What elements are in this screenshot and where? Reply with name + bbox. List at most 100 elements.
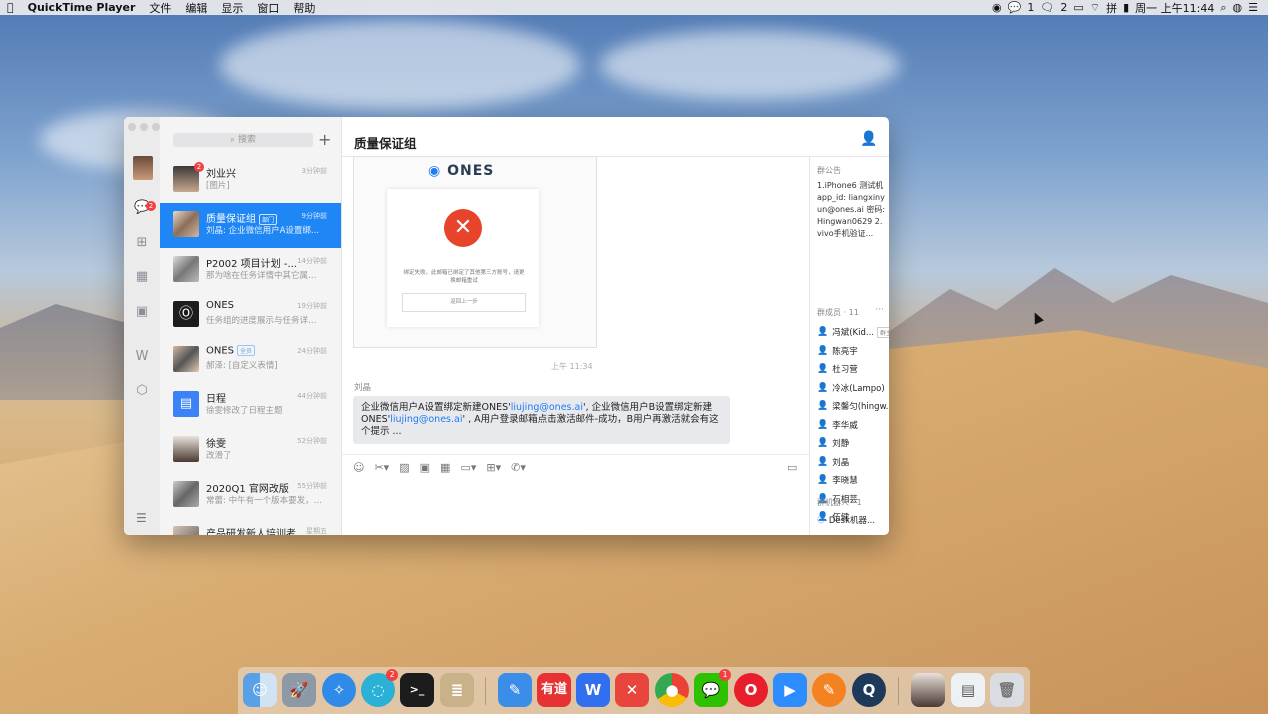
phone-icon[interactable]: ✆▾ [511,461,526,474]
conversation-item[interactable]: 产品研发新人培训考... 星期五 [160,518,341,535]
conversation-name: 质量保证组 部门 [206,210,278,225]
more-members-icon[interactable]: ··· [875,305,884,315]
email-link[interactable]: liujing@ones.ai [511,402,583,413]
conversation-item[interactable]: 徐雯 改滑了 52分钟前 [160,428,341,473]
composer-toolbar: ☺ ✂▾ ▨ ▣ ▦ ▭▾ ⊞▾ ✆▾ [353,461,526,474]
member-item[interactable]: 👤 李华威 [810,416,889,435]
menu-edit[interactable]: 编辑 [178,0,214,16]
notification-center-icon[interactable]: ☰ [1248,1,1258,14]
terminal-icon[interactable]: >_ [400,673,434,707]
conversation-item[interactable]: 2020Q1 官网改版 常蕾: 中午有一个版本要发，O... 55分钟前 [160,473,341,518]
photo-thumbnail-icon[interactable] [911,673,945,707]
conversation-preview: 改滑了 [206,451,232,461]
person-icon: 👤 [817,419,829,430]
conversation-time: 24分钟前 [297,347,327,355]
documents-icon[interactable]: W [134,349,150,365]
drive-icon[interactable]: ⬡ [134,383,150,399]
safari-icon[interactable]: ✧ [322,673,356,707]
trash-icon[interactable]: 🗑 [990,673,1024,707]
feishu-docs-icon[interactable]: ✎ [498,673,532,707]
folder-icon[interactable]: ▭▾ [460,461,476,474]
email-link[interactable]: liujing@ones.ai [390,414,462,425]
add-button[interactable]: + [318,130,331,149]
siri-icon[interactable]: ◍ [1233,1,1243,14]
conversation-item[interactable]: ▤ 日程 徐雯修改了日程主题 44分钟前 [160,383,341,428]
ones-logo-icon: Ⓞ [173,301,199,327]
file-box-icon[interactable]: ▣ [420,461,430,474]
apps-icon[interactable]: ⊞▾ [486,461,501,474]
calendar-icon[interactable]: ▦ [134,269,150,285]
menu-window[interactable]: 窗口 [250,0,286,16]
battery-icon[interactable]: ▮ [1123,1,1129,14]
wifi-icon[interactable]: ⌔ [1090,1,1100,15]
zoom-icon[interactable]: ▶ [773,673,807,707]
input-method-icon[interactable]: 拼 [1106,0,1117,16]
member-item[interactable]: 👤 刘晶 [810,453,889,472]
chrome-icon[interactable]: ● [655,673,689,707]
member-item[interactable]: 👤 冷冰(Lampo) [810,379,889,398]
add-member-icon[interactable]: 👤 [860,131,877,147]
status-area: ◉ 💬 1 🗨 2 ▭ ⌔ 拼 ▮ 周一 上午11:44 ⌕ ◍ ☰ [992,0,1268,16]
apple-menu-icon[interactable]:  [0,1,21,14]
group-avatar [173,526,199,535]
image-message[interactable]: ◉ ONES ✕ 绑定失败。此邮箱已绑定了其他第三方账号，请更换邮箱重试 返回上… [353,156,597,348]
emoji-icon[interactable]: ☺ [353,461,364,474]
search-icon: ⌕ [230,135,238,145]
more-menu-icon[interactable]: ☰ [136,511,147,525]
member-item[interactable]: 👤 梁馨匀(hingw... [810,397,889,416]
menu-view[interactable]: 显示 [214,0,250,16]
conversation-item-selected[interactable]: 质量保证组 部门 刘晶: 企业微信用户A设置绑... 9分钟前 [160,203,341,248]
conversation-item[interactable]: 2 刘业兴 [图片] 3分钟前 [160,158,341,203]
spotlight-search-icon[interactable]: ⌕ [1220,1,1226,15]
launchpad-icon[interactable]: 🚀 [282,673,316,707]
scissors-icon[interactable]: ✂▾ [374,461,389,474]
menu-help[interactable]: 帮助 [286,0,322,16]
zoom-window-button[interactable] [152,123,160,131]
image-icon[interactable]: ▨ [399,461,409,474]
contacts-org-icon[interactable]: ⊞ [134,235,150,251]
clock[interactable]: 周一 上午11:44 [1135,0,1214,16]
message-text: 企业微信用户A设置绑定新建ONES' [361,402,511,413]
member-item[interactable]: 👤 陈亮宇 [810,342,889,361]
minimize-window-button[interactable] [140,123,148,131]
youdao-dict-icon[interactable]: 有道 [537,673,571,707]
conversation-item[interactable]: P2002 项目计划 -... 那为啥在任务详情中其它属性... 14分钟前 [160,248,341,293]
error-message: 绑定失败。此邮箱已绑定了其他第三方账号，请更换邮箱重试 [403,270,525,284]
document-stack-icon[interactable]: ▤ [951,673,985,707]
conversation-name: 产品研发新人培训考... [206,529,306,535]
workbench-icon[interactable]: ▣ [134,304,150,320]
menu-file[interactable]: 文件 [142,0,178,16]
close-window-button[interactable] [128,123,136,131]
group-notice[interactable]: 1.iPhone6 测试机 app_id: liangxinyun@ones.a… [817,180,887,240]
document-icon[interactable]: ▦ [440,461,450,474]
my-avatar[interactable] [133,156,153,180]
airplay-icon[interactable]: ▭ [1073,1,1083,14]
dock: ☺ 🚀 ✧ ◌ 2 >_ ≣ ✎ 有道 W ✕ ● 💬 1 O ▶ ✎ Q ▤ … [238,667,1030,714]
conversation-preview: 郝泽: [自定义表情] [206,361,278,371]
member-item[interactable]: 👤 刘静 [810,434,889,453]
xmind-icon[interactable]: ✕ [615,673,649,707]
sketchbook-icon[interactable]: ✎ [812,673,846,707]
avatar [173,436,199,462]
person-icon: 👤 [817,475,829,486]
database-icon[interactable]: ≣ [440,673,474,707]
app-menu[interactable]: QuickTime Player [21,1,143,14]
member-item[interactable]: 👤 杜习营 [810,360,889,379]
composer-divider [341,454,809,455]
conversation-item[interactable]: ONES 全员 郝泽: [自定义表情] 24分钟前 [160,338,341,383]
department-tag: 部门 [259,213,278,225]
search-input[interactable]: ⌕ 搜索 [173,133,313,147]
member-item[interactable]: 👤 李晓慧 [810,471,889,490]
conversation-item[interactable]: Ⓞ ONES 任务组的进度展示与任务详情... 19分钟前 [160,293,341,338]
record-icon[interactable]: ◉ [992,1,1002,14]
finder-icon[interactable]: ☺ [243,673,277,707]
message-bubble[interactable]: 企业微信用户A设置绑定新建ONES'liujing@ones.ai', 企业微信… [353,396,730,444]
messages-status-icon[interactable]: 🗨 [1040,1,1054,14]
wechat-status-icon[interactable]: 💬 [1008,1,1022,14]
wps-icon[interactable]: W [576,673,610,707]
member-item[interactable]: 👤 冯斌(Kid... 群主 [810,323,889,342]
screen-share-icon[interactable]: ▭ [787,461,797,474]
opera-icon[interactable]: O [734,673,768,707]
quicktime-icon[interactable]: Q [852,673,886,707]
bot-item[interactable]: ◌ Desk机器... [810,511,889,530]
